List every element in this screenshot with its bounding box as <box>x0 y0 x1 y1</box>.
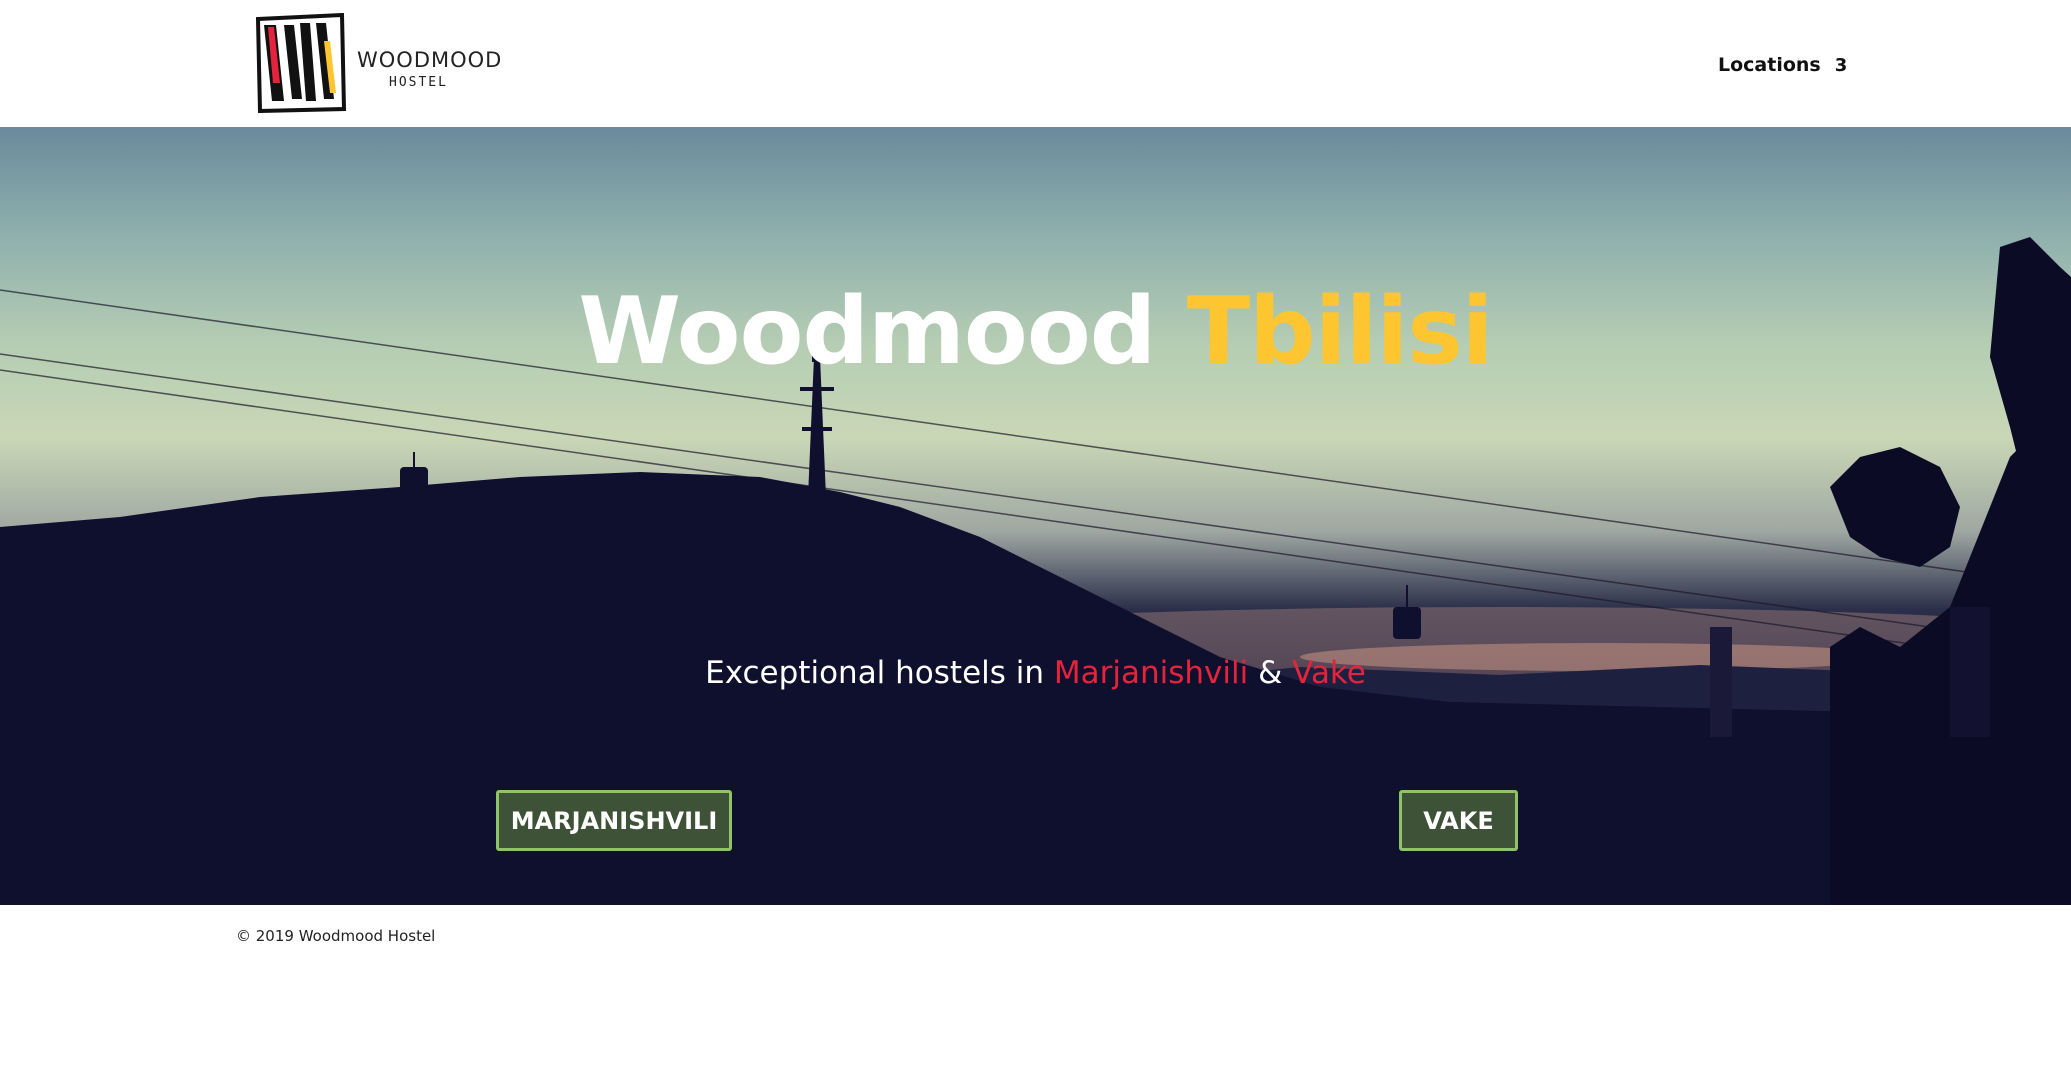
woodmood-logo-icon <box>255 13 346 113</box>
hero-subtitle-prefix: Exceptional hostels in <box>705 655 1045 691</box>
tbilisi-skyline-image <box>0 237 2071 905</box>
logo-title: WOODMOOD <box>357 48 503 72</box>
hero-subtitle-marjanishvili: Marjanishvili <box>1053 655 1249 691</box>
hero-title-accent: Tbilisi <box>1186 277 1494 385</box>
logo-subtitle: HOSTEL <box>389 75 448 90</box>
hero-title: Woodmood Tbilisi <box>0 277 2071 385</box>
hero-subtitle-vake: Vake <box>1292 655 1366 691</box>
site-logo[interactable]: WOODMOOD HOSTEL <box>254 13 501 113</box>
hero-title-main: Woodmood <box>578 277 1156 385</box>
site-footer: © 2019 Woodmood Hostel <box>0 905 2071 1091</box>
copyright-text: © 2019 Woodmood Hostel <box>236 927 436 945</box>
hero-subtitle: Exceptional hostels in Marjanishvili & V… <box>0 655 2071 691</box>
nav-locations-label[interactable]: Locations <box>1718 54 1821 76</box>
site-header: WOODMOOD HOSTEL Locations 3 <box>0 0 2071 127</box>
nav-locations[interactable]: Locations 3 <box>1718 50 1847 80</box>
chevron-down-icon[interactable]: 3 <box>1835 55 1848 76</box>
vake-button[interactable]: VAKE <box>1399 790 1518 851</box>
marjanishvili-button[interactable]: MARJANISHVILI <box>496 790 732 851</box>
hero-subtitle-joiner: & <box>1258 655 1283 691</box>
hero-section: Woodmood Tbilisi Exceptional hostels in … <box>0 127 2071 905</box>
